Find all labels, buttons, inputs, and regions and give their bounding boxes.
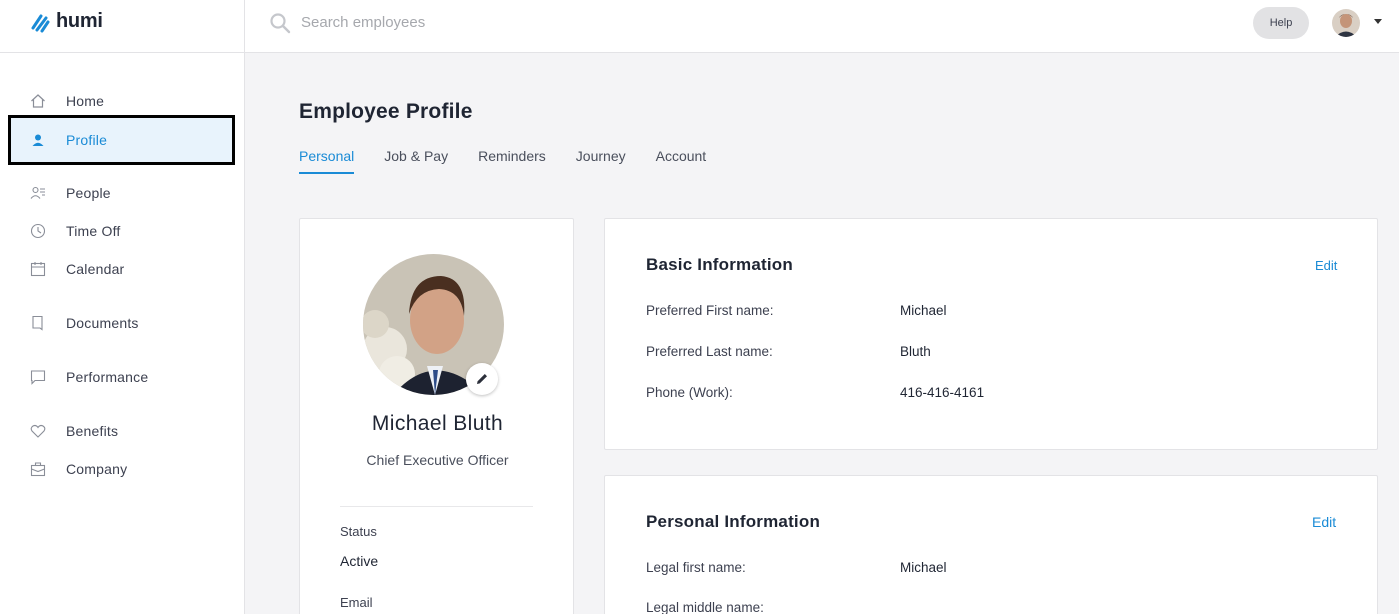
edit-photo-button[interactable] xyxy=(466,363,498,395)
calendar-icon xyxy=(30,262,46,277)
basic-information-card: Basic Information Edit Preferred First n… xyxy=(604,218,1378,450)
sidebar-item-label: Performance xyxy=(66,369,149,385)
sidebar-item-performance[interactable]: Performance xyxy=(30,367,148,387)
profile-tabs: Personal Job & Pay Reminders Journey Acc… xyxy=(299,148,736,174)
humi-logo-icon xyxy=(31,14,50,32)
basic-information-edit-link[interactable]: Edit xyxy=(1315,258,1337,273)
legal-first-name-label: Legal first name: xyxy=(646,560,746,575)
account-menu-caret-icon[interactable] xyxy=(1374,19,1382,24)
search-icon xyxy=(270,13,291,34)
clock-icon xyxy=(30,223,46,239)
sidebar-item-label: Home xyxy=(66,93,105,109)
pencil-icon xyxy=(477,374,487,384)
tab-account[interactable]: Account xyxy=(656,148,707,174)
sidebar-item-profile[interactable]: Profile xyxy=(30,130,107,150)
phone-work-value: 416-416-4161 xyxy=(900,385,985,400)
sidebar-item-label: Documents xyxy=(66,315,139,331)
email-label: Email xyxy=(340,595,373,610)
preferred-first-name-label: Preferred First name: xyxy=(646,303,774,318)
heart-icon xyxy=(30,424,46,438)
briefcase-icon xyxy=(30,462,46,477)
sidebar-item-label: People xyxy=(66,185,111,201)
personal-information-heading: Personal Information xyxy=(646,512,821,531)
sidebar-item-label: Time Off xyxy=(66,223,121,239)
sidebar-item-benefits[interactable]: Benefits xyxy=(30,421,118,441)
employee-job-title: Chief Executive Officer xyxy=(366,452,509,468)
legal-middle-name-label: Legal middle name: xyxy=(646,600,764,614)
tab-journey[interactable]: Journey xyxy=(576,148,626,174)
chat-icon xyxy=(30,370,46,385)
help-button[interactable]: Help xyxy=(1253,7,1309,39)
search-input[interactable] xyxy=(301,10,701,34)
preferred-last-name-value: Bluth xyxy=(900,344,931,359)
personal-information-card: Personal Information Edit Legal first na… xyxy=(604,475,1378,614)
employee-name: Michael Bluth xyxy=(371,412,504,435)
user-avatar[interactable] xyxy=(1332,9,1360,37)
preferred-last-name-label: Preferred Last name: xyxy=(646,344,773,359)
sidebar: Home Profile People Time Off Calendar Do… xyxy=(0,53,245,614)
profile-summary-card: Michael Bluth Chief Executive Officer St… xyxy=(299,218,574,614)
legal-first-name-value: Michael xyxy=(900,560,947,575)
status-value: Active xyxy=(340,553,379,569)
sidebar-item-label: Calendar xyxy=(66,261,125,277)
person-icon xyxy=(32,134,44,146)
phone-work-label: Phone (Work): xyxy=(646,385,733,400)
page-title: Employee Profile xyxy=(299,100,473,123)
sidebar-item-label: Company xyxy=(66,461,128,477)
basic-information-heading: Basic Information xyxy=(646,255,793,274)
sidebar-item-documents[interactable]: Documents xyxy=(30,313,139,333)
sidebar-item-label: Profile xyxy=(66,132,108,148)
personal-information-edit-link[interactable]: Edit xyxy=(1312,514,1336,530)
sidebar-item-home[interactable]: Home xyxy=(30,91,104,111)
brand-name: humi xyxy=(56,10,103,32)
divider xyxy=(340,506,533,507)
sidebar-item-company[interactable]: Company xyxy=(30,459,127,479)
tab-reminders[interactable]: Reminders xyxy=(478,148,546,174)
document-icon xyxy=(32,315,43,331)
people-icon xyxy=(30,186,45,199)
sidebar-item-label: Benefits xyxy=(66,423,119,439)
sidebar-item-time-off[interactable]: Time Off xyxy=(30,221,121,241)
tab-personal[interactable]: Personal xyxy=(299,148,355,174)
home-icon xyxy=(31,94,45,108)
sidebar-item-calendar[interactable]: Calendar xyxy=(30,259,124,279)
preferred-first-name-value: Michael xyxy=(900,303,947,318)
humi-logo[interactable]: humi xyxy=(29,10,103,33)
status-label: Status xyxy=(340,524,377,539)
tab-job-pay[interactable]: Job & Pay xyxy=(384,148,448,174)
header-divider xyxy=(244,0,245,53)
sidebar-item-people[interactable]: People xyxy=(30,183,111,203)
top-header: humi Help xyxy=(0,0,1399,53)
